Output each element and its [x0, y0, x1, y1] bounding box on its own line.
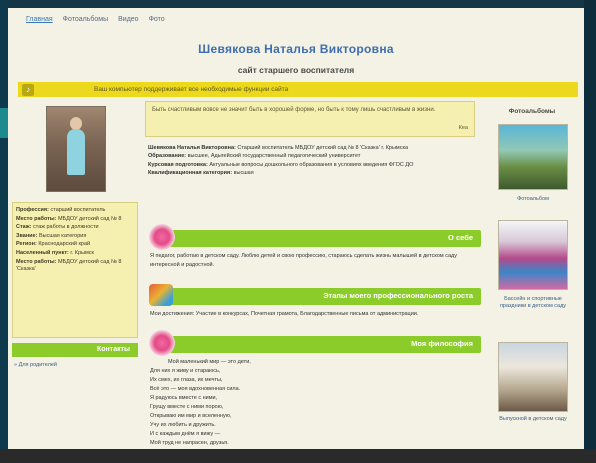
- notice-banner: ♪ Ваш компьютер поддерживает все необход…: [18, 82, 578, 97]
- site-subtitle: сайт старшего воспитателя: [237, 65, 355, 75]
- nav-item-photo[interactable]: Фото: [149, 16, 165, 23]
- poem-line: Мой труд не напрасен, друзья.: [150, 440, 229, 446]
- about-text: Я педагог, работаю в детском саду. Люблю…: [150, 253, 457, 268]
- section-header-philosophy: Моя философия: [149, 330, 481, 356]
- book-icon: [149, 284, 173, 306]
- info-row: Место работы: МБДОУ детский сад № 8 'Ска…: [16, 258, 122, 273]
- poem-line: Для них я живу и стараюсь,: [150, 368, 221, 374]
- section-title: Этапы моего профессионального роста: [323, 291, 473, 300]
- bio-block: Шевякова Наталья Викторовна: Старший вос…: [148, 144, 478, 178]
- bio-line: Образование: высшее, Адыгейский государс…: [148, 153, 361, 160]
- poem-line: Я радуюсь вместе с ними,: [150, 395, 218, 401]
- philosophy-poem: Мой маленький мир — это дети, Для них я …: [150, 358, 350, 448]
- nav-item-home[interactable]: Главная: [26, 16, 53, 23]
- section-header-growth: Этапы моего профессионального роста: [149, 284, 481, 306]
- info-icon: ♪: [22, 83, 34, 96]
- poem-line: И с каждым днём я вижу —: [150, 431, 221, 437]
- quote-text: Быть счастливым вовсе не значит быть в х…: [152, 107, 436, 113]
- section-title: Моя философия: [411, 339, 473, 348]
- poem-line: Их смех, их глаза, их мечты,: [150, 377, 223, 383]
- desktop-left-edge: [0, 0, 8, 463]
- bio-line: Шевякова Наталья Викторовна: Старший вос…: [148, 145, 409, 151]
- profile-info-box: Профессия: старший воспитатель Место раб…: [12, 202, 138, 338]
- album-caption[interactable]: Фотоальбом: [494, 196, 572, 203]
- info-row: Место работы: МБДОУ детский сад № 8: [16, 215, 122, 222]
- info-row: Профессия: старший воспитатель: [16, 207, 106, 213]
- bio-line: Курсовая подготовка: Актуальные вопросы …: [148, 161, 414, 168]
- album-caption[interactable]: Бассейн и спортивные праздники в детском…: [494, 296, 572, 310]
- notice-text: Ваш компьютер поддерживает все необходим…: [94, 86, 289, 93]
- poem-line: Грущу вместе с ними порою,: [150, 404, 224, 410]
- desktop-bottom-edge: [0, 449, 596, 463]
- bio-line: Квалификационная категория: высшая: [148, 170, 254, 177]
- albums-title: Фотоальбомы: [508, 108, 556, 115]
- section-title: О себе: [448, 233, 473, 242]
- poem-line: Мой маленький мир — это дети,: [168, 359, 251, 365]
- info-row: Стаж: стаж работы в должности: [16, 224, 99, 231]
- parents-link[interactable]: » Для родителей: [14, 362, 57, 368]
- poem-line: Всё это — моя вдохновенная сила.: [150, 386, 241, 392]
- flower-icon: [149, 330, 175, 356]
- desktop-left-marker: [0, 108, 8, 138]
- album-thumbnail-children[interactable]: [498, 220, 568, 290]
- parents-link-label: Для родителей: [18, 362, 57, 368]
- growth-text: Мои достижения: Участие в конкурсах, Поч…: [150, 311, 419, 317]
- album-thumbnail-landscape[interactable]: [498, 124, 568, 190]
- flower-icon: [149, 224, 175, 250]
- quote-author: Кеа: [458, 125, 468, 131]
- photo-person-body: [67, 129, 85, 175]
- top-nav: Главная Фотоальбомы Видео Фото: [26, 16, 165, 23]
- desktop-right-edge: [584, 0, 596, 463]
- album-thumbnail-hall[interactable]: [498, 342, 568, 412]
- profile-photo: [46, 106, 106, 192]
- window-top-bar: [0, 0, 596, 8]
- info-row: Населенный пункт: г. Крымск: [16, 249, 94, 256]
- nav-item-video[interactable]: Видео: [118, 16, 138, 23]
- poem-line: Открываю им мир и вселенную,: [150, 413, 232, 419]
- section-header-about: О себе: [149, 224, 481, 250]
- info-row: Звание: Высшая категория: [16, 232, 87, 239]
- quote-box: Быть счастливым вовсе не значит быть в х…: [145, 101, 475, 137]
- info-row: Регион: Краснодарский край: [16, 241, 91, 248]
- contacts-button[interactable]: Контакты: [12, 343, 138, 357]
- poem-line: Учу их любить и дружить.: [150, 422, 216, 428]
- site-title: Шевякова Наталья Викторовна: [198, 42, 394, 56]
- nav-item-albums[interactable]: Фотоальбомы: [63, 16, 108, 23]
- album-caption[interactable]: Выпускной в детском саду: [494, 416, 572, 423]
